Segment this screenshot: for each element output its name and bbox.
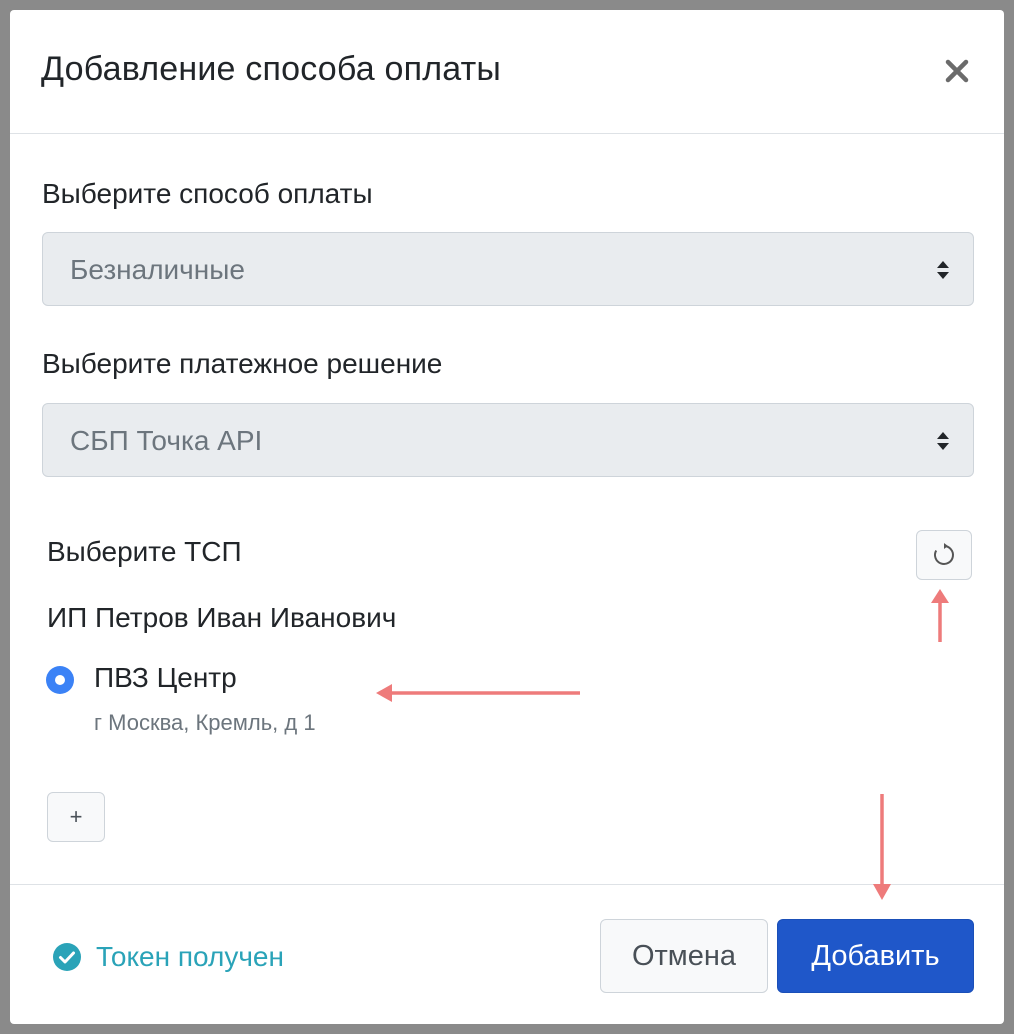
check-circle-icon (53, 943, 81, 971)
window-frame: Добавление способа оплаты Выберите спосо… (0, 0, 1014, 1034)
add-button[interactable]: Добавить (777, 919, 974, 993)
payment-solution-value: СБП Точка API (70, 425, 263, 456)
select-arrows-icon (937, 432, 949, 450)
select-arrows-icon (937, 261, 949, 279)
point-radio[interactable] (46, 666, 74, 694)
token-status: Токен получен (52, 941, 284, 973)
modal-title: Добавление способа оплаты (41, 50, 502, 88)
tsp-label: Выберите ТСП (47, 536, 242, 567)
refresh-button[interactable] (916, 530, 972, 580)
close-icon (945, 59, 969, 83)
add-tsp-button[interactable]: + (47, 792, 105, 842)
annotation-arrow-up (931, 589, 949, 642)
payment-method-label: Выберите способ оплаты (42, 178, 373, 209)
annotation-arrow-down (873, 794, 891, 900)
add-payment-method-modal: Добавление способа оплаты Выберите спосо… (10, 10, 1004, 1024)
payment-solution-label: Выберите платежное решение (42, 348, 443, 379)
point-address: г Москва, Кремль, д 1 (94, 710, 316, 735)
cancel-button[interactable]: Отмена (600, 919, 768, 993)
payment-solution-select[interactable]: СБП Точка API (42, 403, 974, 477)
modal-header: Добавление способа оплаты (10, 10, 1004, 134)
token-status-text: Токен получен (96, 941, 284, 972)
point-name[interactable]: ПВЗ Центр (94, 662, 237, 694)
close-button[interactable] (938, 54, 976, 88)
annotation-arrow-left (376, 684, 580, 702)
payment-method-select[interactable]: Безналичные (42, 232, 974, 306)
refresh-icon (934, 543, 954, 565)
modal-footer: Токен получен Отмена Добавить (10, 884, 1004, 1024)
organization-name: ИП Петров Иван Иванович (47, 602, 397, 633)
payment-method-value: Безналичные (70, 254, 245, 285)
radio-dot (55, 675, 65, 685)
